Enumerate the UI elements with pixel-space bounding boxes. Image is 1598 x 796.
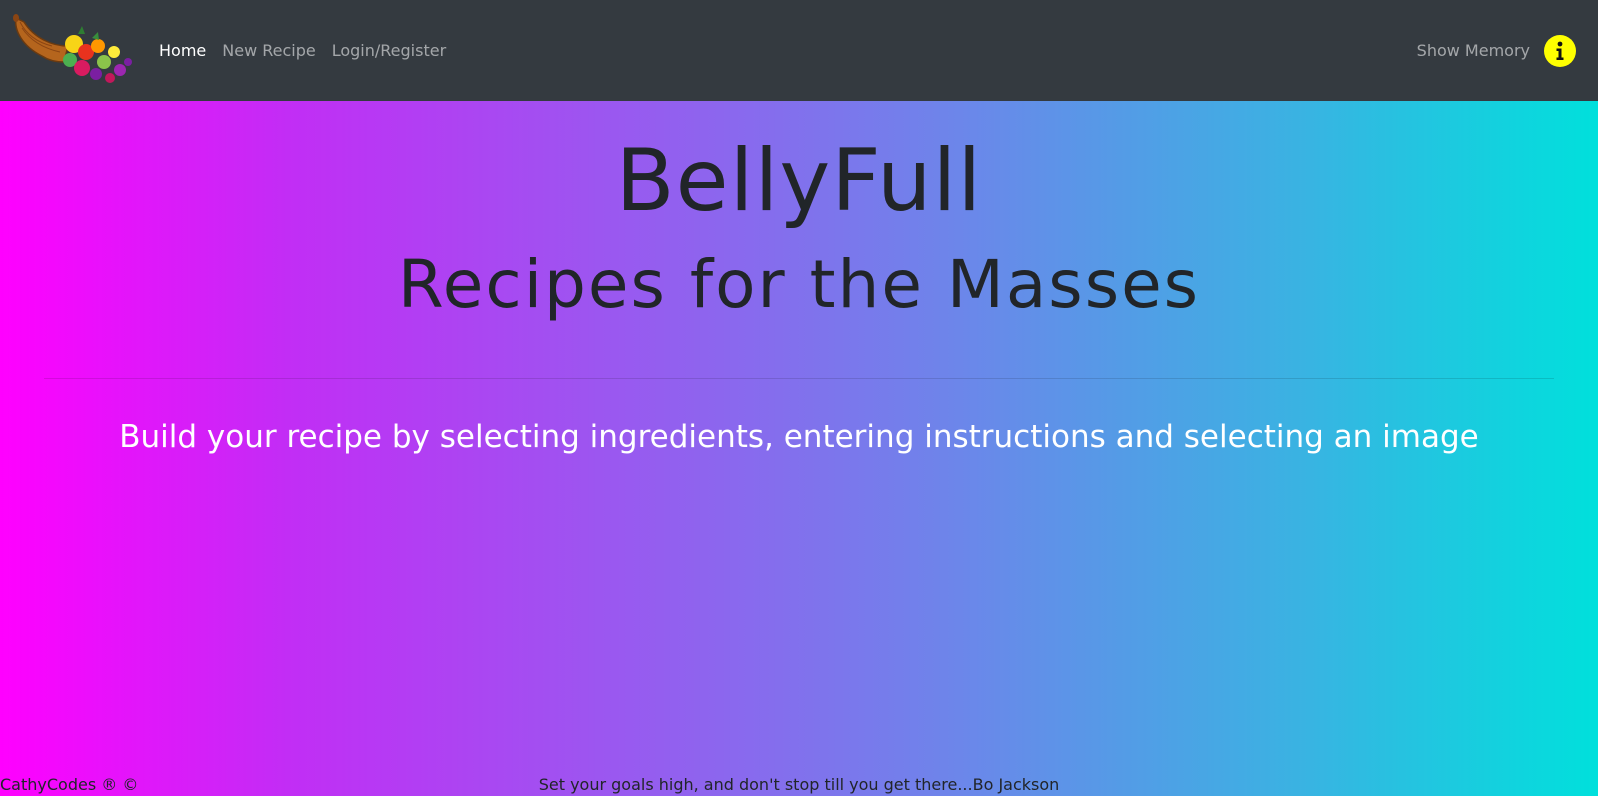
cornucopia-logo[interactable] [12,12,136,90]
nav-link-home[interactable]: Home [159,41,206,60]
nav-links: Home New Recipe Login/Register [159,0,462,101]
divider [44,378,1554,379]
hero-section: BellyFull Recipes for the Masses Build y… [0,101,1598,796]
nav-right: Show Memory [1417,0,1576,101]
footer-brand: CathyCodes ® © [0,775,139,794]
nav-link-login-register[interactable]: Login/Register [332,41,446,60]
lead-text: Build your recipe by selecting ingredien… [119,419,1479,455]
page-subtitle: Recipes for the Masses [397,246,1201,323]
info-icon[interactable] [1544,34,1576,67]
page-title: BellyFull [615,131,983,231]
footer-quote: Set your goals high, and don't stop till… [538,775,1060,794]
navbar: Home New Recipe Login/Register Show Memo… [0,0,1598,101]
nav-link-new-recipe[interactable]: New Recipe [222,41,315,60]
show-memory-link[interactable]: Show Memory [1417,41,1530,60]
